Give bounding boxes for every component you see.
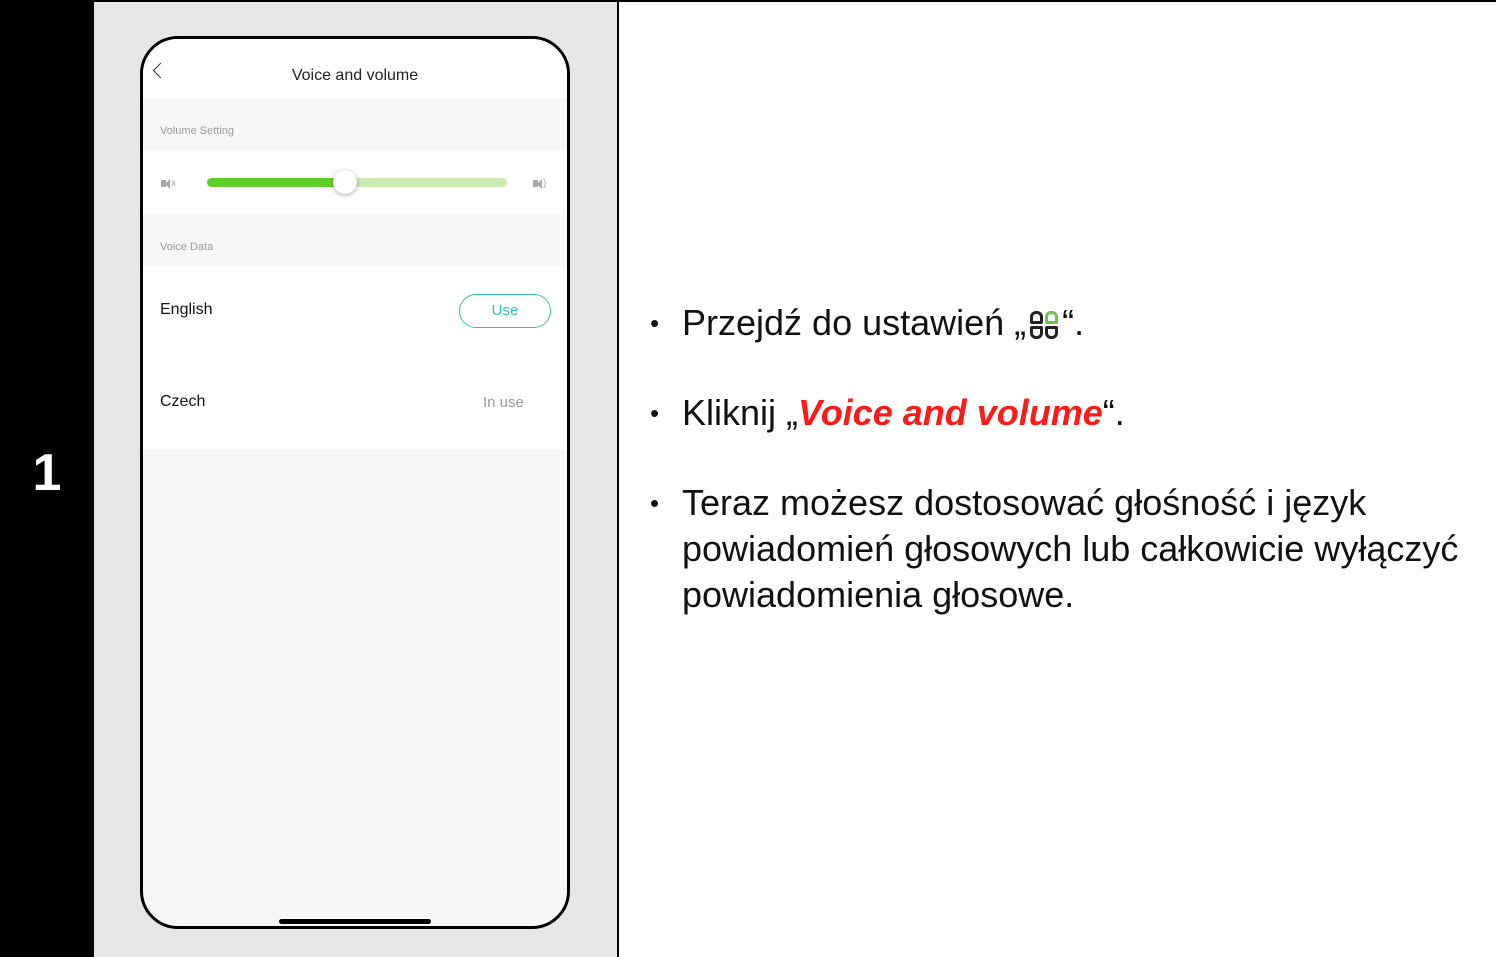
voice-section-label: Voice Data: [160, 241, 214, 253]
volume-slider-row: x ): [143, 150, 567, 215]
home-indicator: [279, 919, 431, 924]
mute-speaker-icon: x: [161, 176, 176, 190]
page-title: Voice and volume: [291, 67, 419, 84]
voice-language-list: English Use Czech In use: [143, 266, 567, 449]
speaker-loud-icon: ): [533, 176, 546, 190]
instruction-item-1: Przejdź do ustawień „ “.: [650, 300, 1496, 346]
volume-slider-fill: [207, 178, 345, 187]
grid-settings-icon: [1028, 309, 1060, 341]
use-button[interactable]: Use: [459, 294, 551, 328]
step-number: 1: [32, 444, 62, 502]
in-use-status: In use: [483, 394, 524, 411]
app-header: Voice and volume: [143, 39, 567, 99]
phone-screen: Voice and volume Volume Setting x ) Voic…: [140, 36, 570, 929]
volume-slider[interactable]: [207, 170, 507, 194]
instruction-item-2: Kliknij „Voice and volume“.: [650, 390, 1496, 436]
instruction-item-3: Teraz możesz dostosować głośność i język…: [650, 480, 1496, 618]
language-name: English: [160, 301, 213, 318]
instruction-list: Przejdź do ustawień „ “. Kliknij „Voice …: [650, 300, 1496, 618]
language-row-english: English Use: [143, 266, 567, 358]
volume-slider-handle[interactable]: [333, 170, 357, 194]
step-column: 1: [0, 0, 94, 957]
column-divider: [617, 0, 619, 957]
emphasized-menu-name: Voice and volume: [798, 392, 1103, 433]
volume-section-label: Volume Setting: [160, 125, 234, 137]
language-name: Czech: [160, 393, 206, 410]
language-row-czech: Czech In use: [143, 358, 567, 450]
